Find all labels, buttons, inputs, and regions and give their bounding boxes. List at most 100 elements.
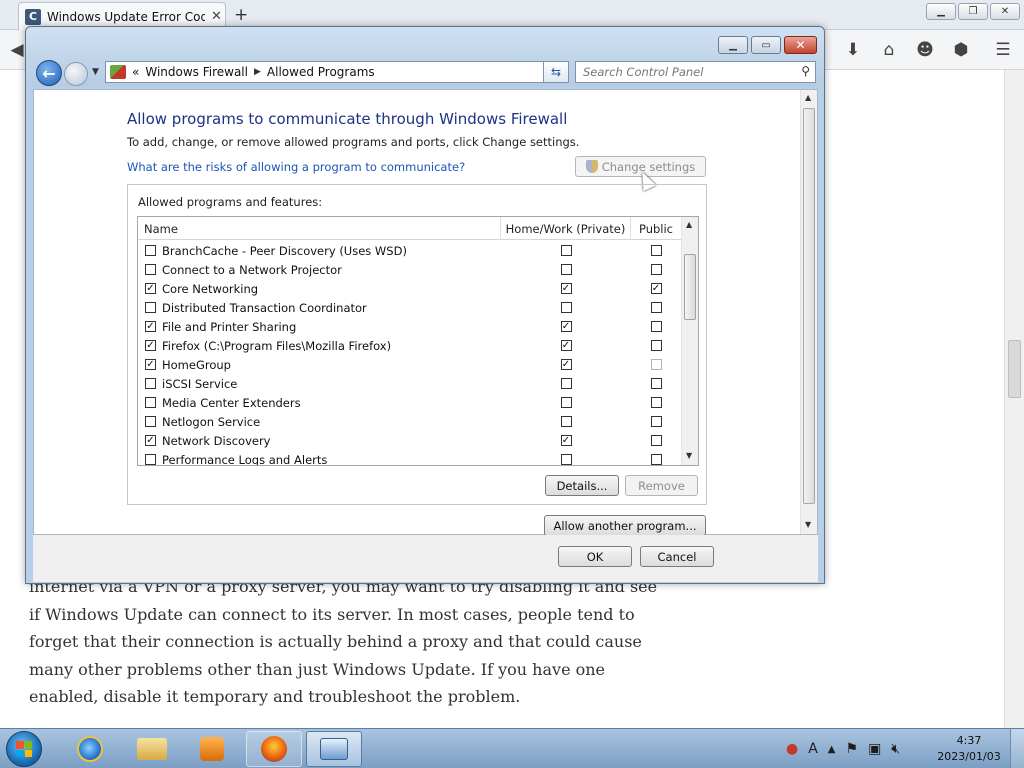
public-network-checkbox[interactable] [650,378,662,389]
breadcrumb-overflow[interactable]: « [132,65,139,79]
scroll-down-icon[interactable]: ▼ [686,451,692,460]
program-enabled-checkbox[interactable]: ✓ [145,340,156,351]
public-network-checkbox[interactable]: ✓ [650,283,662,294]
window-minimize-button[interactable]: ▁ [718,36,748,54]
private-network-checkbox[interactable]: ✓ [560,359,572,370]
risks-help-link[interactable]: What are the risks of allowing a program… [127,160,465,174]
breadcrumb-windows-firewall[interactable]: Windows Firewall [145,65,248,79]
control-panel-icon[interactable] [306,731,362,767]
alert-icon[interactable]: ● [786,741,798,757]
search-box[interactable]: ⚲ [575,61,816,83]
internet-explorer-icon[interactable] [62,731,118,767]
private-network-checkbox[interactable]: ✓ [560,283,572,294]
public-network-checkbox[interactable] [650,321,662,332]
window-maximize-button[interactable]: ▭ [751,36,781,54]
download-icon[interactable]: ⬇ [842,40,864,60]
forward-arrow-icon[interactable] [64,62,88,86]
program-enabled-checkbox[interactable] [145,302,156,313]
column-header-public[interactable]: Public [631,217,681,240]
program-enabled-checkbox[interactable] [145,245,156,256]
scroll-down-icon[interactable]: ▼ [805,520,811,529]
system-clock[interactable]: 4:37 2023/01/03 [934,733,1004,765]
back-arrow-icon[interactable]: ← [36,60,62,86]
browser-close-button[interactable]: ✕ [990,3,1020,20]
search-input[interactable] [583,65,783,79]
pocket-icon[interactable]: ⬢ [950,40,972,60]
program-enabled-checkbox[interactable] [145,416,156,427]
public-network-checkbox[interactable] [650,454,662,465]
program-enabled-checkbox[interactable] [145,397,156,408]
media-player-icon[interactable] [184,731,240,767]
program-row[interactable]: BranchCache - Peer Discovery (Uses WSD) [138,241,681,260]
program-row[interactable]: ✓ Network Discovery ✓ [138,431,681,450]
private-network-checkbox[interactable] [560,378,572,389]
program-row[interactable]: Distributed Transaction Coordinator [138,298,681,317]
address-bar[interactable]: « Windows Firewall ▶ Allowed Programs ▼ [105,61,569,83]
program-row[interactable]: ✓ Firefox (C:\Program Files\Mozilla Firef… [138,336,681,355]
column-header-name[interactable]: Name [138,217,501,240]
program-row[interactable]: Netlogon Service [138,412,681,431]
program-enabled-checkbox[interactable]: ✓ [145,321,156,332]
program-row[interactable]: ✓ HomeGroup ✓ [138,355,681,374]
start-button[interactable] [6,731,42,767]
program-enabled-checkbox[interactable] [145,454,156,465]
details-button[interactable]: Details... [545,475,619,496]
public-network-checkbox[interactable] [650,359,662,370]
public-network-checkbox[interactable] [650,340,662,351]
program-row[interactable]: iSCSI Service [138,374,681,393]
program-row[interactable]: Media Center Extenders [138,393,681,412]
public-network-checkbox[interactable] [650,264,662,275]
program-row[interactable]: Connect to a Network Projector [138,260,681,279]
window-close-button[interactable]: ✕ [784,36,817,54]
private-network-checkbox[interactable] [560,454,572,465]
language-indicator[interactable]: A [808,741,818,757]
private-network-checkbox[interactable]: ✓ [560,340,572,351]
program-row[interactable]: ✓ Core Networking ✓ ✓ [138,279,681,298]
program-enabled-checkbox[interactable]: ✓ [145,359,156,370]
public-network-checkbox[interactable] [650,435,662,446]
smiley-feedback-icon[interactable]: ☻ [914,40,936,60]
show-desktop-button[interactable] [1010,729,1024,768]
cancel-button[interactable]: Cancel [640,546,714,567]
column-header-private[interactable]: Home/Work (Private) [501,217,631,240]
new-tab-button[interactable]: + [234,5,248,25]
private-network-checkbox[interactable] [560,397,572,408]
scroll-up-icon[interactable]: ▲ [686,220,692,229]
list-scroll-thumb[interactable] [684,254,696,320]
action-center-flag-icon[interactable]: ⚑ [846,741,859,757]
public-network-checkbox[interactable] [650,397,662,408]
private-network-checkbox[interactable] [560,416,572,427]
program-enabled-checkbox[interactable]: ✓ [145,283,156,294]
program-enabled-checkbox[interactable] [145,264,156,275]
public-network-checkbox[interactable] [650,245,662,256]
browser-restore-button[interactable]: ❐ [958,3,988,20]
content-scroll-thumb[interactable] [803,108,815,504]
scroll-up-icon[interactable]: ▲ [805,93,811,102]
windows-explorer-icon[interactable] [124,731,180,767]
network-icon[interactable]: ▣ [868,741,881,757]
private-network-checkbox[interactable]: ✓ [560,321,572,332]
home-icon[interactable]: ⌂ [878,40,900,60]
breadcrumb-allowed-programs[interactable]: Allowed Programs [267,65,375,79]
remove-button[interactable]: Remove [625,475,698,496]
program-row[interactable]: Performance Logs and Alerts [138,450,681,465]
public-network-checkbox[interactable] [650,416,662,427]
ok-button[interactable]: OK [558,546,632,567]
private-network-checkbox[interactable] [560,302,572,313]
allow-another-program-button[interactable]: Allow another program... [544,515,706,536]
programs-list[interactable]: Name Home/Work (Private) Public BranchCa… [137,216,699,466]
recent-pages-dropdown-icon[interactable]: ▼ [92,67,99,77]
browser-minimize-button[interactable]: ▁ [926,3,956,20]
program-enabled-checkbox[interactable]: ✓ [145,435,156,446]
menu-icon[interactable]: ☰ [992,40,1014,60]
show-hidden-icons-icon[interactable]: ▲ [828,744,836,755]
list-scrollbar[interactable]: ▲ ▼ [681,217,698,465]
volume-muted-icon[interactable]: 🔇︎ [891,741,900,757]
private-network-checkbox[interactable] [560,245,572,256]
private-network-checkbox[interactable] [560,264,572,275]
search-icon[interactable]: ⚲ [801,64,810,78]
page-scroll-thumb[interactable] [1008,340,1021,398]
program-enabled-checkbox[interactable] [145,378,156,389]
program-row[interactable]: ✓ File and Printer Sharing ✓ [138,317,681,336]
firefox-icon[interactable] [246,731,302,767]
